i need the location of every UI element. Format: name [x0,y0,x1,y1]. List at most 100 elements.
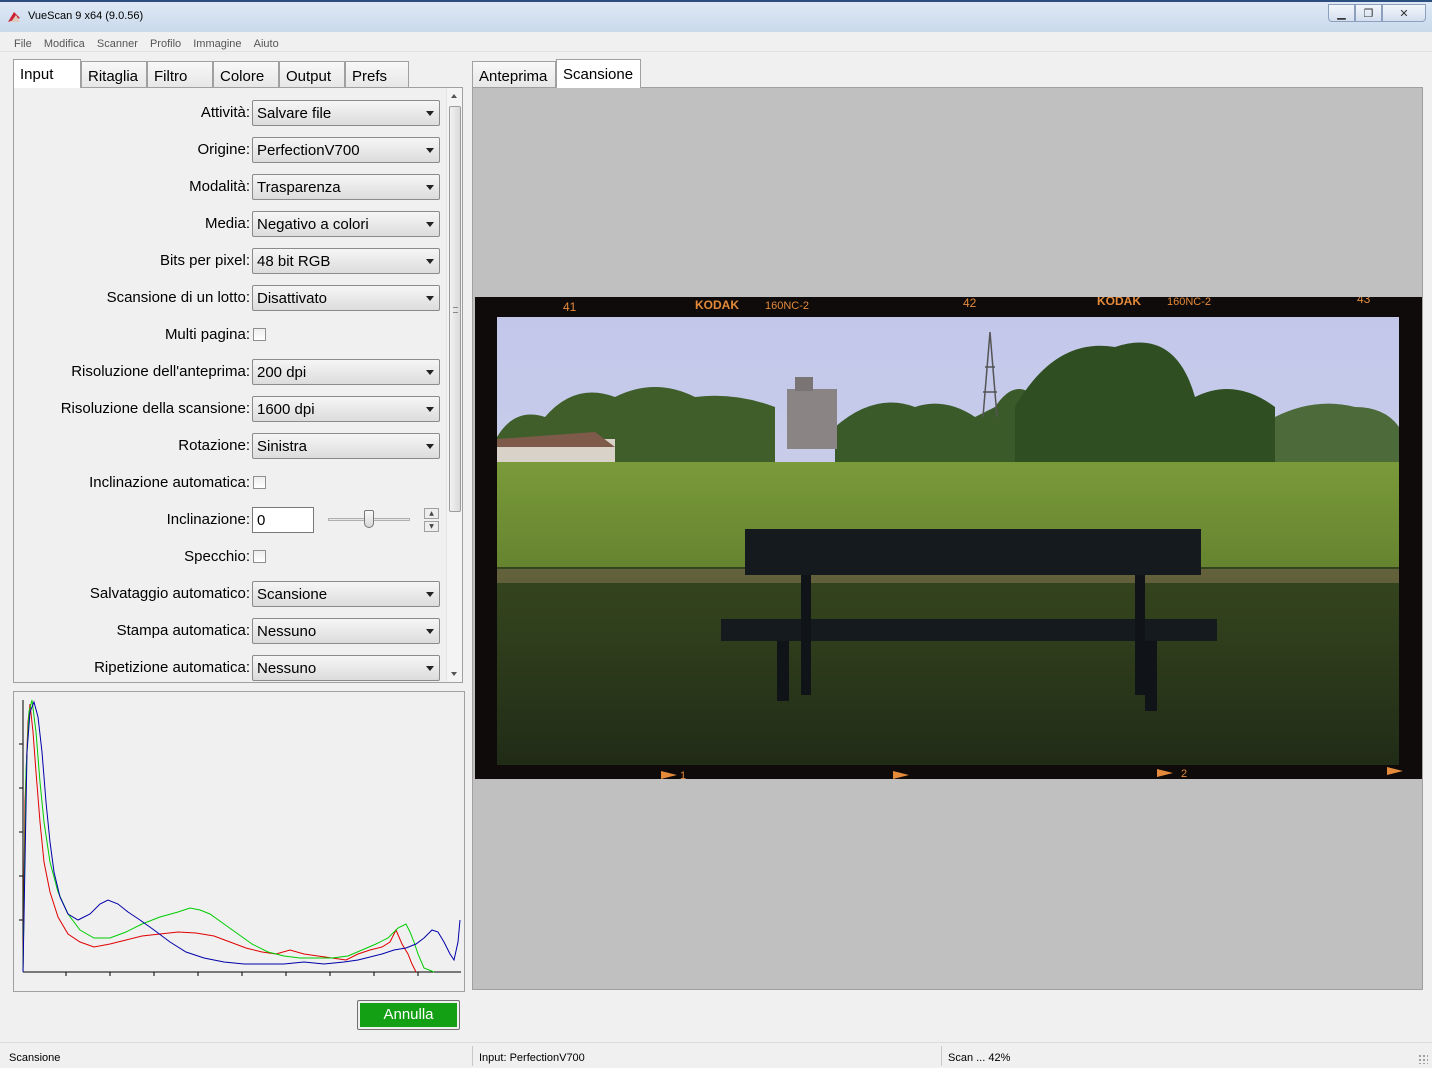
modalita-label: Modalità: [189,178,250,195]
ris-anteprima-label: Risoluzione dell'anteprima: [71,363,250,380]
row-ris-anteprima: Risoluzione dell'anteprima: 200 dpi [14,359,444,385]
row-origine: Origine: PerfectionV700 [14,137,444,163]
row-stampa-auto: Stampa automatica: Nessuno [14,618,444,644]
row-bits: Bits per pixel: 48 bit RGB [14,248,444,274]
chevron-down-icon [426,259,434,264]
chevron-down-icon [426,666,434,671]
resize-grip-icon[interactable] [1418,1054,1428,1064]
ris-scansione-label: Risoluzione della scansione: [60,400,250,417]
tab-output[interactable]: Output [279,61,345,88]
chevron-down-icon [426,629,434,634]
multipagina-checkbox[interactable] [253,328,266,341]
modalita-select[interactable]: Trasparenza [252,174,440,200]
bits-label: Bits per pixel: [159,252,250,269]
origine-select[interactable]: PerfectionV700 [252,137,440,163]
ris-anteprima-value: 200 dpi [257,364,307,381]
close-button[interactable]: ✕ [1382,4,1426,22]
salv-auto-select[interactable]: Scansione [252,581,440,607]
salv-auto-label: Salvataggio automatico: [89,585,250,602]
ripet-auto-select[interactable]: Nessuno [252,655,440,681]
histogram-panel [13,691,465,992]
status-progress: Scan ... 42% [948,1052,1011,1064]
tab-input[interactable]: Input [13,59,81,88]
row-salv-auto: Salvataggio automatico: Scansione [14,581,444,607]
specchio-label: Specchio: [184,548,250,565]
ripet-auto-label: Ripetizione automatica: [94,659,250,676]
tab-scansione[interactable]: Scansione [556,59,641,88]
spin-down-icon[interactable]: ▼ [424,521,439,532]
row-media: Media: Negativo a colori [14,211,444,237]
tab-filtro[interactable]: Filtro [147,61,213,88]
tab-anteprima[interactable]: Anteprima [472,61,556,88]
scrollbar-thumb[interactable] [449,106,461,512]
media-select[interactable]: Negativo a colori [252,211,440,237]
ris-scansione-value: 1600 dpi [257,401,315,418]
menu-immagine[interactable]: Immagine [193,35,241,50]
incl-auto-checkbox[interactable] [253,476,266,489]
scanned-film-image[interactable]: 41 KODAK 160NC-2 42 KODAK 160NC-2 43 1 2 [475,297,1422,779]
menu-bar: File Modifica Scanner Profilo Immagine A… [0,32,1432,52]
specchio-checkbox[interactable] [253,550,266,563]
grip-icon [453,307,458,313]
menu-aiuto[interactable]: Aiuto [254,35,279,50]
incl-auto-label: Inclinazione automatica: [89,474,250,491]
minimize-button[interactable]: ▁ [1328,4,1355,22]
scan-preview-panel[interactable]: 41 KODAK 160NC-2 42 KODAK 160NC-2 43 1 2 [472,87,1423,990]
ris-anteprima-select[interactable]: 200 dpi [252,359,440,385]
row-modalita: Modalità: Trasparenza [14,174,444,200]
annulla-button[interactable]: Annulla [357,1000,460,1030]
inclinazione-slider-thumb[interactable] [364,510,374,528]
inclinazione-input[interactable]: 0 [252,507,314,533]
lotto-label: Scansione di un lotto: [106,289,250,306]
input-settings-panel: Attività: Salvare file Origine: Perfecti… [13,87,463,683]
menu-file[interactable]: File [14,35,32,50]
chevron-down-icon [426,111,434,116]
chevron-down-icon [426,407,434,412]
tab-colore[interactable]: Colore [213,61,279,88]
status-activity: Scansione [6,1046,473,1066]
bits-select[interactable]: 48 bit RGB [252,248,440,274]
settings-scrollbar[interactable] [446,88,462,682]
menu-profilo[interactable]: Profilo [150,35,181,50]
rotazione-select[interactable]: Sinistra [252,433,440,459]
rotazione-value: Sinistra [257,438,308,455]
tab-ritaglia[interactable]: Ritaglia [81,61,147,88]
film-frame-43: 43 [1357,297,1371,306]
film-brand-2: KODAK [1097,297,1141,308]
row-inclinazione: Inclinazione: 0 ▲ ▼ [14,507,444,533]
scroll-down-icon[interactable] [451,672,457,676]
window-controls: ▁ ❐ ✕ [1328,4,1426,22]
origine-label: Origine: [197,141,250,158]
origine-value: PerfectionV700 [257,142,360,159]
row-incl-auto: Inclinazione automatica: [14,470,444,496]
row-multipagina: Multi pagina: [14,322,444,348]
ripet-auto-value: Nessuno [257,660,317,677]
histogram-graph [19,699,461,976]
window-title: VueScan 9 x64 (9.0.56) [28,10,144,22]
attivita-label: Attività: [200,104,250,121]
attivita-value: Salvare file [257,105,332,122]
vuescan-app-icon [8,12,20,22]
chevron-down-icon [426,148,434,153]
menu-modifica[interactable]: Modifica [44,35,85,50]
multipagina-label: Multi pagina: [164,326,250,343]
stampa-auto-select[interactable]: Nessuno [252,618,440,644]
title-bar: VueScan 9 x64 (9.0.56) ▁ ❐ ✕ [0,0,1432,32]
status-input: Input: PerfectionV700 [476,1046,942,1066]
lotto-value: Disattivato [257,290,328,307]
tab-prefs[interactable]: Prefs [345,61,409,88]
ris-scansione-select[interactable]: 1600 dpi [252,396,440,422]
scroll-up-icon[interactable] [451,94,457,98]
lotto-select[interactable]: Disattivato [252,285,440,311]
rotazione-label: Rotazione: [178,437,250,454]
spin-up-icon[interactable]: ▲ [424,508,439,519]
menu-scanner[interactable]: Scanner [97,35,138,50]
chevron-down-icon [426,185,434,190]
chevron-down-icon [426,444,434,449]
restore-button[interactable]: ❐ [1355,4,1382,22]
modalita-value: Trasparenza [257,179,341,196]
attivita-select[interactable]: Salvare file [252,100,440,126]
inclinazione-spinner[interactable]: ▲ ▼ [424,508,439,532]
film-mark-2: 2 [1181,768,1187,779]
film-mark-1: 1 [680,770,686,779]
